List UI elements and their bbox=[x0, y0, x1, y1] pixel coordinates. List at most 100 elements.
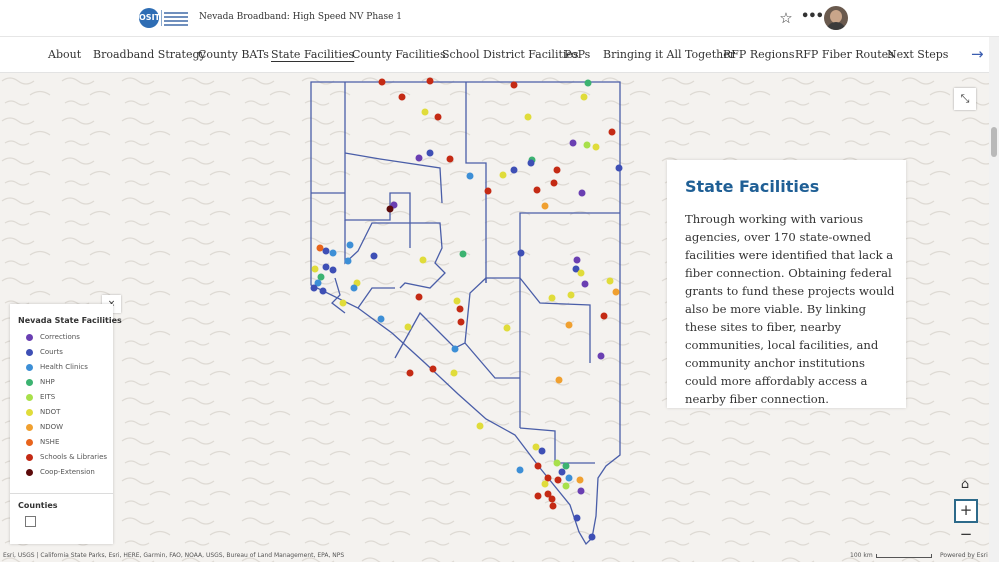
facility-point bbox=[434, 113, 442, 121]
avatar[interactable] bbox=[824, 6, 848, 30]
legend-title: Nevada State Facilities bbox=[18, 316, 122, 325]
zoom-out-button[interactable]: − bbox=[954, 524, 978, 546]
facility-point bbox=[548, 294, 556, 302]
tab-county-facilities[interactable]: County Facilities bbox=[352, 48, 446, 61]
facility-point bbox=[510, 81, 518, 89]
facility-point bbox=[453, 297, 461, 305]
osit-logo[interactable]: OSIT bbox=[139, 8, 191, 28]
facility-point bbox=[534, 462, 542, 470]
facility-point bbox=[344, 257, 352, 265]
facility-point bbox=[538, 447, 546, 455]
facility-point bbox=[466, 172, 474, 180]
home-icon[interactable]: ⌂ bbox=[954, 474, 976, 496]
legend-label: NDOW bbox=[40, 423, 64, 431]
facility-point bbox=[592, 143, 600, 151]
facility-point bbox=[516, 466, 524, 474]
facility-point bbox=[322, 263, 330, 271]
legend-label: Schools & Libraries bbox=[40, 453, 108, 461]
legend-label: Corrections bbox=[40, 333, 80, 341]
facility-point bbox=[569, 139, 577, 147]
tab-rfp-fiber-routes[interactable]: RFP Fiber Routes bbox=[795, 48, 894, 61]
star-outline-icon[interactable]: ☆ bbox=[778, 10, 794, 26]
facility-point bbox=[573, 514, 581, 522]
tab-state-facilities[interactable]: State Facilities bbox=[271, 48, 354, 61]
arrow-right-icon[interactable]: → bbox=[971, 45, 984, 63]
map-legend: Nevada State Facilities Corrections Cour… bbox=[10, 304, 122, 544]
legend-swatch bbox=[26, 364, 33, 371]
facility-point bbox=[378, 78, 386, 86]
expand-icon[interactable]: ⤡ bbox=[954, 88, 976, 110]
tab-next-steps[interactable]: Next Steps bbox=[887, 48, 948, 61]
facility-point bbox=[544, 474, 552, 482]
facility-point bbox=[555, 376, 563, 384]
facility-point bbox=[565, 474, 573, 482]
facility-point bbox=[459, 250, 467, 258]
legend-label: Courts bbox=[40, 348, 63, 356]
tab-broadband-strategy[interactable]: Broadband Strategy bbox=[93, 48, 206, 61]
scrollbar-thumb[interactable] bbox=[991, 127, 997, 157]
facility-point bbox=[476, 422, 484, 430]
facility-point bbox=[421, 108, 429, 116]
facility-point bbox=[562, 462, 570, 470]
facility-point bbox=[562, 482, 570, 490]
facility-point bbox=[322, 247, 330, 255]
tab-rfp-regions[interactable]: RFP Regions bbox=[723, 48, 795, 61]
facility-point bbox=[339, 299, 347, 307]
page-scrollbar[interactable] bbox=[989, 37, 999, 562]
facility-point bbox=[600, 312, 608, 320]
map-view[interactable]: ⤡ ⌂ + − × Nevada State Facilities Correc… bbox=[0, 73, 999, 562]
facility-point bbox=[558, 468, 566, 476]
facility-point bbox=[311, 265, 319, 273]
facility-point bbox=[588, 533, 596, 541]
tab-about[interactable]: About bbox=[48, 48, 81, 61]
facility-point bbox=[517, 249, 525, 257]
facility-point bbox=[565, 321, 573, 329]
facility-point bbox=[577, 269, 585, 277]
tab-pops[interactable]: PoPs bbox=[564, 48, 590, 61]
facility-point bbox=[415, 154, 423, 162]
story-card: State Facilities Through working with va… bbox=[667, 160, 906, 408]
more-horizontal-icon[interactable]: ••• bbox=[801, 10, 824, 26]
legend-swatch bbox=[26, 349, 33, 356]
legend-swatch bbox=[26, 394, 33, 401]
card-title: State Facilities bbox=[685, 177, 820, 196]
facility-point bbox=[317, 273, 325, 281]
legend-swatch bbox=[26, 379, 33, 386]
facility-point bbox=[446, 155, 454, 163]
facility-point bbox=[451, 345, 459, 353]
legend-swatch bbox=[26, 424, 33, 431]
facility-point bbox=[553, 166, 561, 174]
facility-point bbox=[554, 476, 562, 484]
facility-point bbox=[329, 249, 337, 257]
section-nav: About Broadband Strategy County BATs Sta… bbox=[0, 37, 999, 73]
tab-school-district-facilities[interactable]: School District Facilities bbox=[442, 48, 579, 61]
facility-point bbox=[377, 315, 385, 323]
facility-point bbox=[549, 502, 557, 510]
facility-point bbox=[541, 202, 549, 210]
scale-label: 100 km bbox=[850, 552, 873, 559]
facility-point bbox=[548, 495, 556, 503]
app-header: OSIT Nevada Broadband: High Speed NV Pha… bbox=[0, 0, 999, 37]
zoom-in-button[interactable]: + bbox=[954, 499, 978, 523]
legend-swatch bbox=[26, 334, 33, 341]
facility-point bbox=[583, 141, 591, 149]
legend-label: NHP bbox=[40, 378, 55, 386]
facility-point bbox=[329, 266, 337, 274]
legend-swatch bbox=[26, 439, 33, 446]
facility-point bbox=[606, 277, 614, 285]
facility-point bbox=[386, 205, 394, 213]
facility-point bbox=[573, 256, 581, 264]
facility-point bbox=[567, 291, 575, 299]
legend-label: NDOT bbox=[40, 408, 61, 416]
tab-bringing-it-all-together[interactable]: Bringing it All Together bbox=[603, 48, 735, 61]
tab-county-bats[interactable]: County BATs bbox=[198, 48, 269, 61]
facility-point bbox=[577, 487, 585, 495]
facility-point bbox=[316, 244, 324, 252]
logo-mark: OSIT bbox=[139, 8, 160, 28]
facility-point bbox=[404, 323, 412, 331]
legend-label: EITS bbox=[40, 393, 56, 401]
facility-point bbox=[415, 293, 423, 301]
facility-point bbox=[584, 79, 592, 87]
powered-by-esri[interactable]: Powered by Esri bbox=[940, 552, 988, 559]
facility-point bbox=[398, 93, 406, 101]
